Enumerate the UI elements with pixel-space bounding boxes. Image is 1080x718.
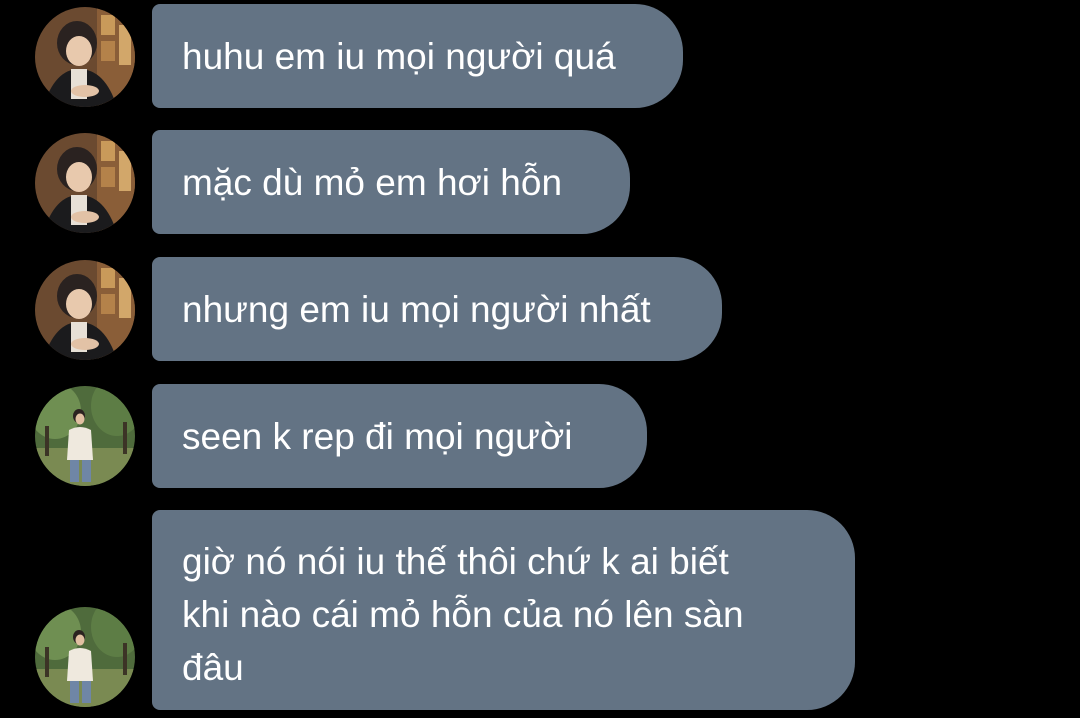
message-text-line: đâu [182,647,244,688]
avatar-user-b[interactable] [35,607,135,707]
message-row: seen k rep đi mọi người [0,384,1080,488]
message-text: seen k rep đi mọi người [182,415,573,457]
message-text: nhưng em iu mọi người nhất [182,288,651,330]
message-row: mặc dù mỏ em hơi hỗn [0,130,1080,234]
message-bubble[interactable]: huhu em iu mọi người quá [152,4,683,108]
message-row: giờ nó nói iu thế thôi chứ k ai biết khi… [0,510,1080,710]
avatar-user-a[interactable] [35,133,135,233]
message-bubble[interactable]: giờ nó nói iu thế thôi chứ k ai biết khi… [152,510,855,710]
message-bubble[interactable]: mặc dù mỏ em hơi hỗn [152,130,630,234]
message-text-line: giờ nó nói iu thế thôi chứ k ai biết [182,541,729,582]
message-row: huhu em iu mọi người quá [0,4,1080,108]
chat-thread: huhu em iu mọi người quá mặc dù mỏ em hơ… [0,0,1080,718]
avatar-user-a[interactable] [35,260,135,360]
avatar-user-b[interactable] [35,386,135,486]
message-row: nhưng em iu mọi người nhất [0,257,1080,361]
message-text: huhu em iu mọi người quá [182,35,616,77]
message-bubble[interactable]: seen k rep đi mọi người [152,384,647,488]
message-text: mặc dù mỏ em hơi hỗn [182,161,563,203]
avatar-user-a[interactable] [35,7,135,107]
message-text-line: khi nào cái mỏ hỗn của nó lên sàn [182,594,744,635]
message-bubble[interactable]: nhưng em iu mọi người nhất [152,257,722,361]
